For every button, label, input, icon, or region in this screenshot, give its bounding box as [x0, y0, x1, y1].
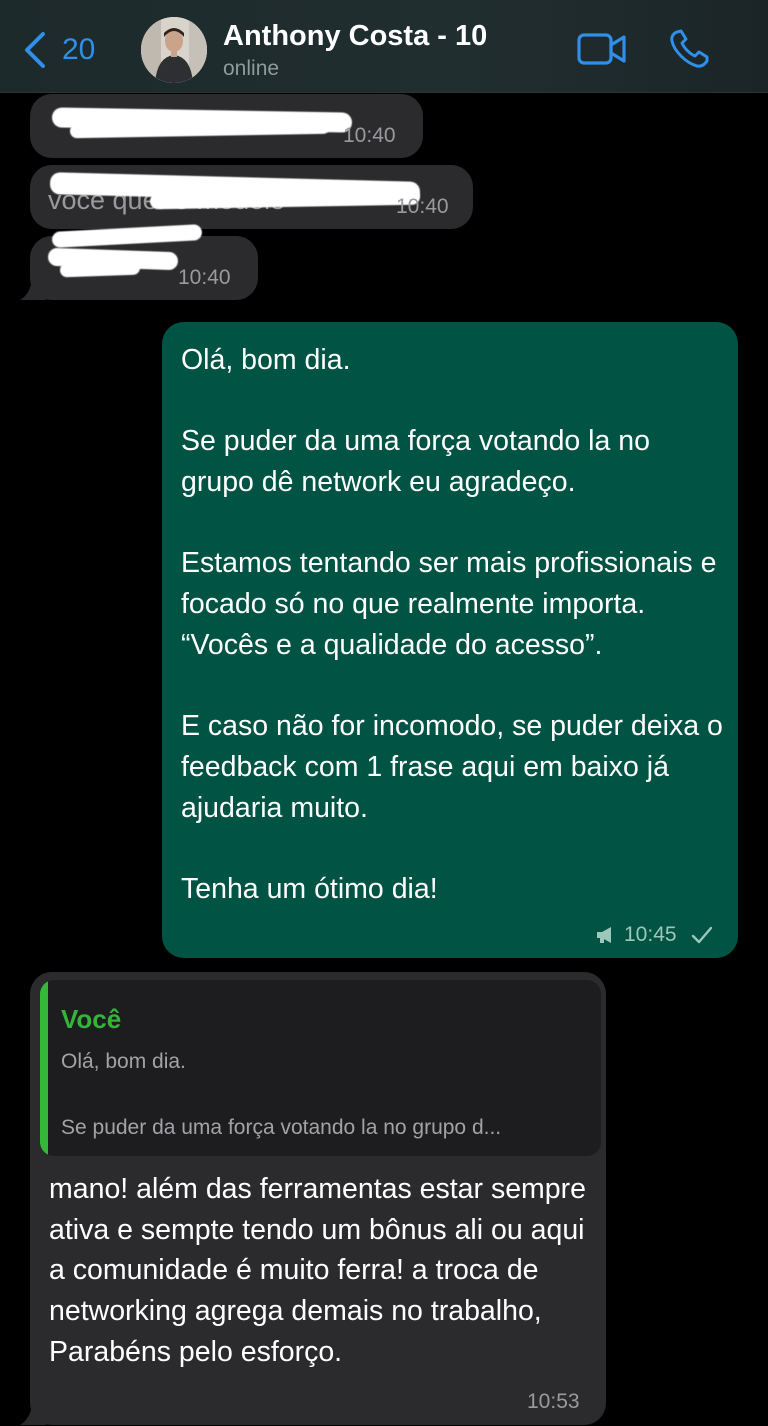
voice-call-button[interactable] [668, 28, 712, 70]
message-text: mano! além das ferramentas estar sempre … [49, 1173, 586, 1368]
message-time: 10:40 [396, 195, 449, 218]
message-time: 10:45 [624, 923, 677, 946]
phone-icon [670, 29, 709, 68]
message-time: 10:40 [343, 124, 396, 147]
avatar[interactable] [141, 17, 207, 83]
message-paragraph: E caso não for incomodo, se puder deixa … [181, 710, 723, 824]
message-paragraph: Olá, bom dia. [181, 344, 351, 376]
incoming-reply-message[interactable]: Você Olá, bom dia. Se puder da uma força… [30, 972, 606, 1425]
incoming-message[interactable]: você quer o modelo 10:40 [30, 165, 473, 229]
message-paragraph: Se puder da uma força votando la no grup… [181, 425, 650, 499]
single-check-icon [691, 926, 713, 944]
redaction-scribble [149, 188, 421, 210]
incoming-message[interactable]: 10:40 [30, 224, 258, 300]
unread-count: 20 [62, 33, 96, 66]
quote-accent-bar [40, 980, 48, 1156]
chat-header: 20 Anthony Costa - 10 online [0, 0, 768, 93]
incoming-message[interactable]: 10:40 [30, 94, 423, 158]
quote-text-line: Olá, bom dia. [61, 1050, 186, 1073]
message-paragraph: Estamos tentando ser mais profissionais … [181, 547, 717, 661]
message-paragraph: Tenha um ótimo dia! [181, 873, 438, 906]
video-call-button[interactable] [576, 30, 628, 68]
contact-status: online [223, 57, 280, 80]
quoted-message[interactable]: Você Olá, bom dia. Se puder da uma força… [40, 980, 601, 1156]
redaction-scribble [59, 260, 141, 278]
contact-name[interactable]: Anthony Costa - 10 [223, 20, 487, 53]
quote-text-line: Se puder da uma força votando la no grup… [61, 1116, 502, 1139]
message-time: 10:40 [178, 266, 231, 289]
message-time: 10:53 [527, 1390, 580, 1413]
outgoing-message[interactable]: Olá, bom dia. Se puder da uma força vota… [162, 322, 738, 958]
video-camera-icon [577, 33, 626, 65]
broadcast-megaphone-icon [597, 927, 611, 943]
back-button[interactable]: 20 [22, 30, 95, 70]
quote-sender: Você [61, 1004, 122, 1034]
message-text: Olá, bom dia. Se puder da uma força vota… [181, 340, 726, 910]
chevron-left-icon [25, 32, 45, 68]
